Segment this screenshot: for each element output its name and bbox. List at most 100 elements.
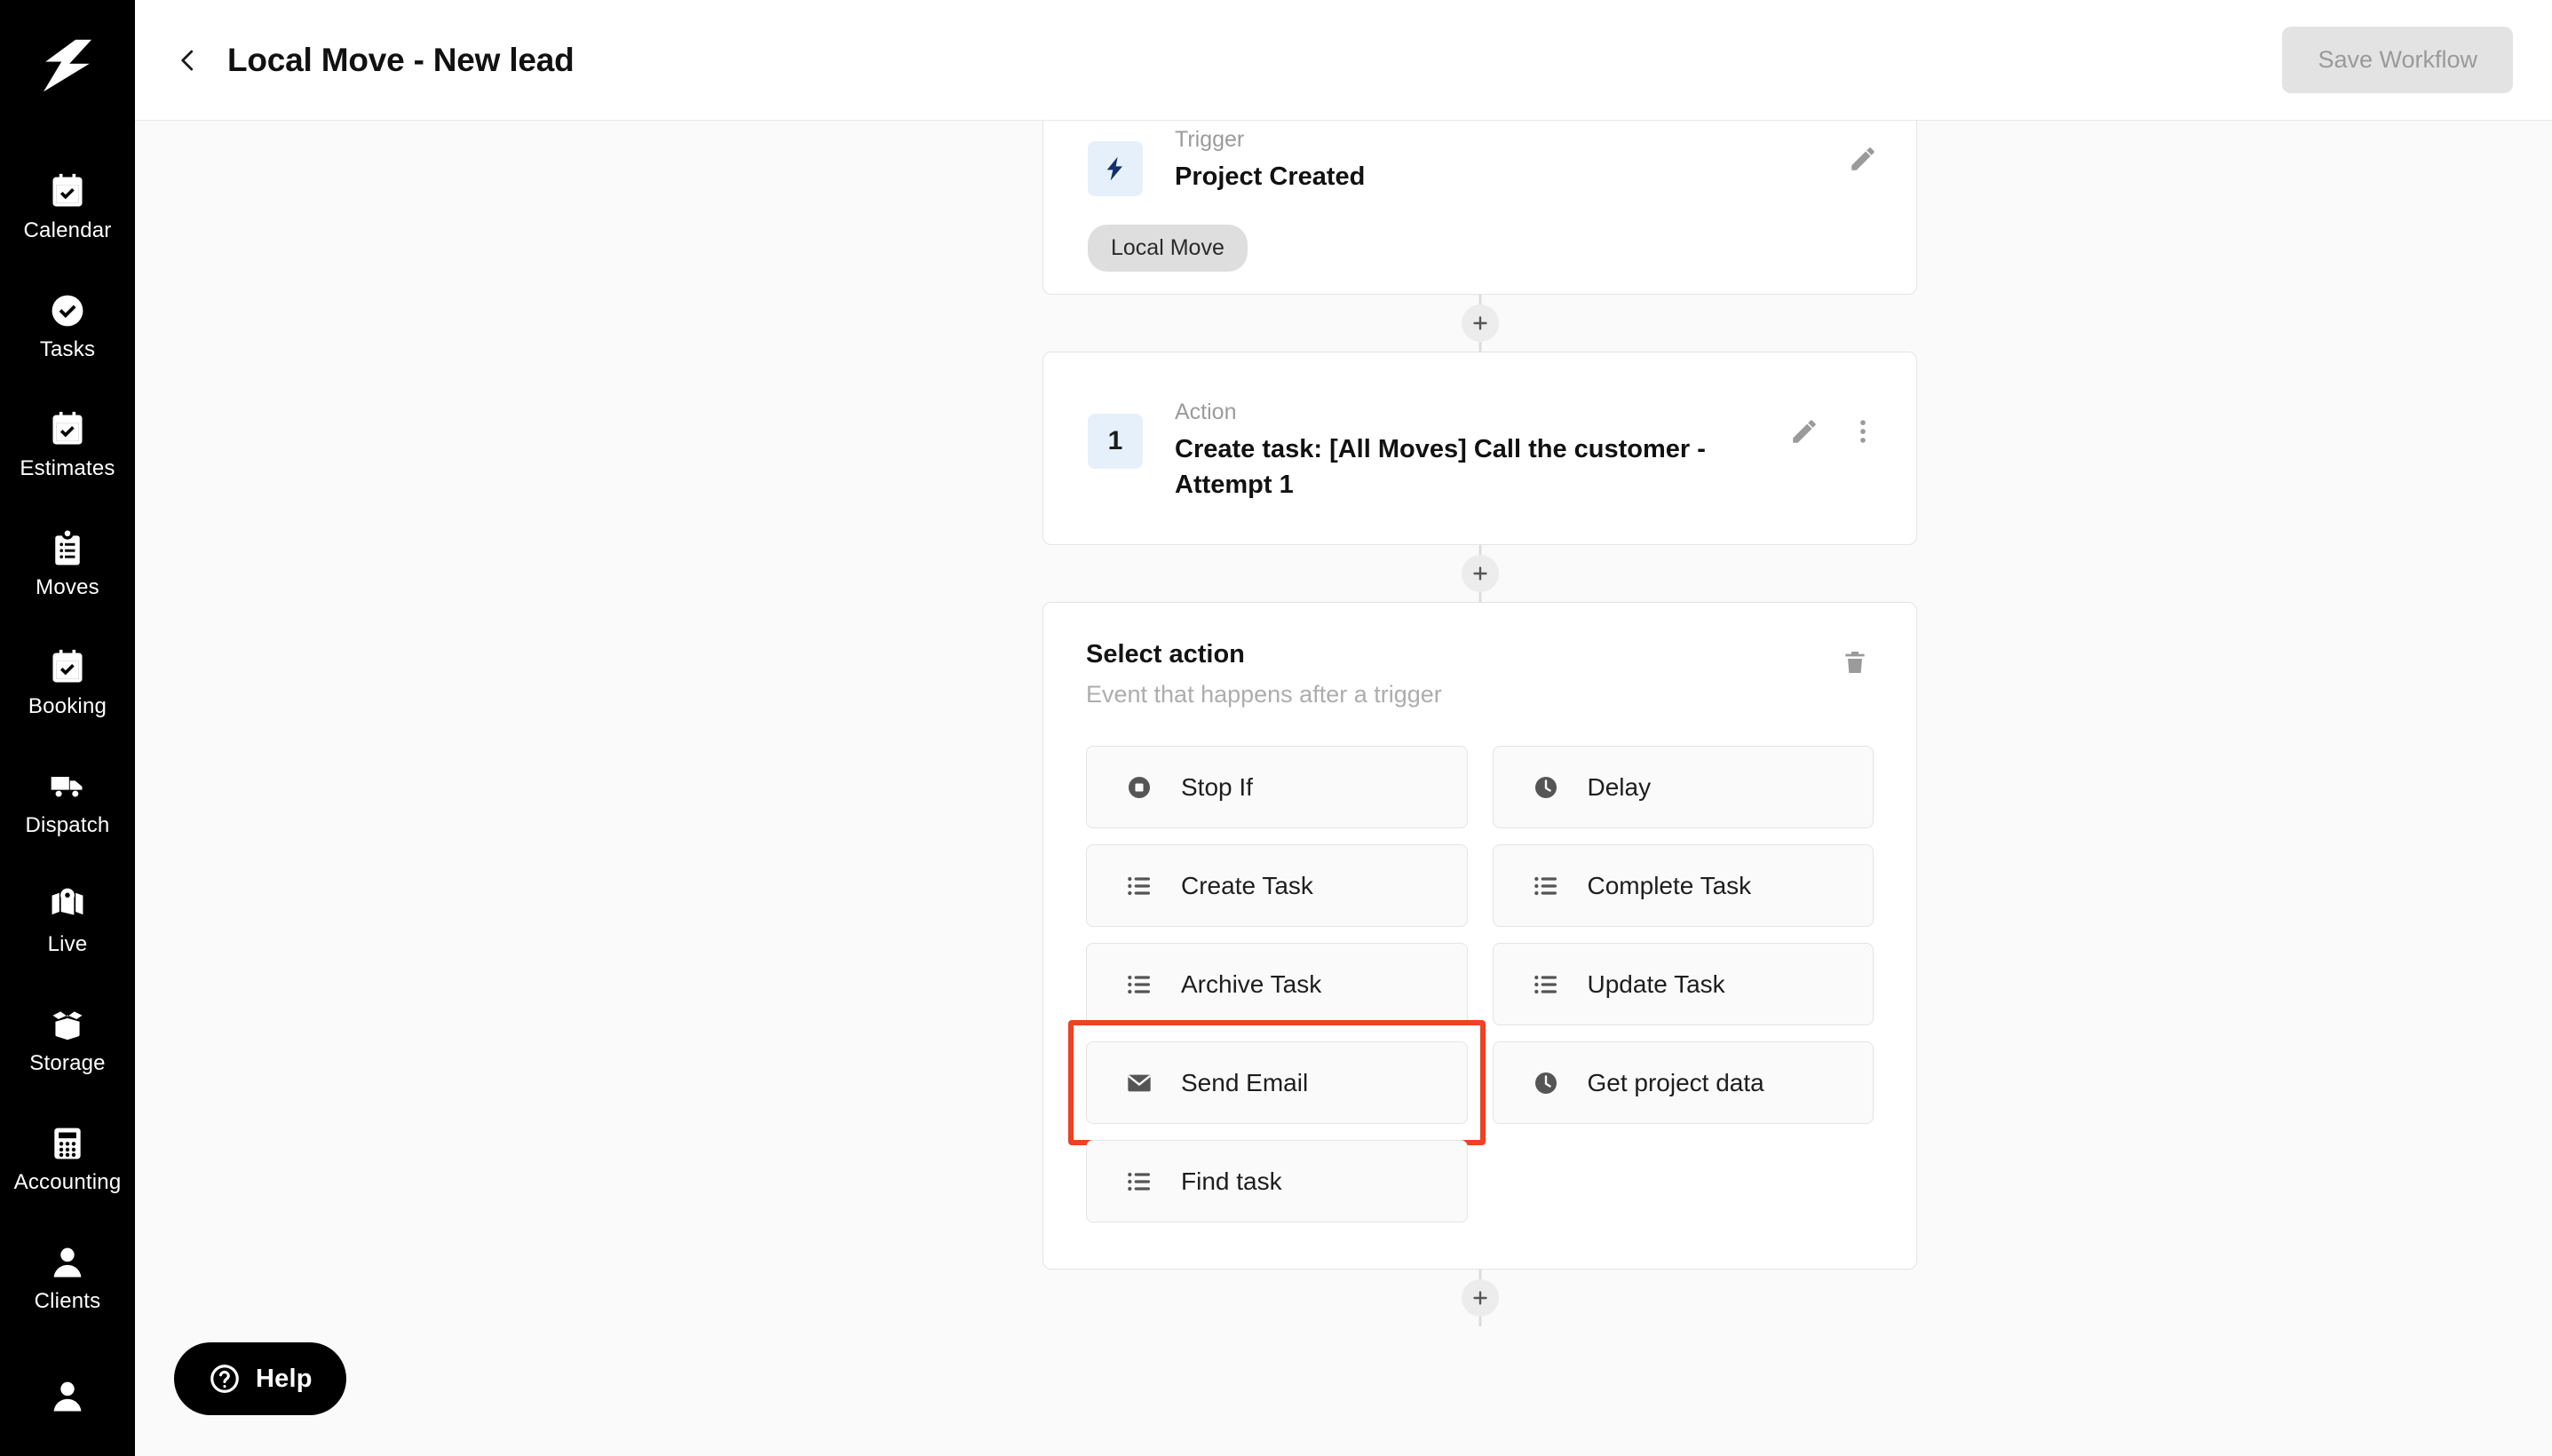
map-pin-icon <box>48 886 87 925</box>
action-option-label: Send Email <box>1181 1068 1309 1096</box>
trash-icon <box>1845 652 1865 673</box>
connector-trigger-action <box>1042 295 1917 352</box>
sidebar-item-overflow-10[interactable] <box>0 1337 135 1456</box>
sidebar-item-moves[interactable]: Moves <box>0 504 135 623</box>
action-option-label: Update Task <box>1587 969 1725 998</box>
list-icon <box>1531 871 1561 901</box>
sidebar-item-storage[interactable]: Storage <box>0 980 135 1099</box>
action-option-cell: Update Task <box>1492 943 1874 1025</box>
action-option-label: Stop If <box>1181 772 1253 801</box>
sidebar-item-booking[interactable]: Booking <box>0 623 135 742</box>
save-workflow-button[interactable]: Save Workflow <box>2282 27 2513 93</box>
stop-circle-icon <box>1124 772 1154 803</box>
action-option-label: Delay <box>1587 772 1652 801</box>
action-row: 1 Action Create task: [All Moves] Call t… <box>1043 394 1916 502</box>
action-text: Action Create task: [All Moves] Call the… <box>1175 394 1787 502</box>
sidebar-item-calendar[interactable]: Calendar <box>0 147 135 266</box>
sidebar-item-label: Accounting <box>13 1170 122 1194</box>
trigger-row: Trigger Project Created <box>1043 122 1916 196</box>
sidebar-item-label: Booking <box>28 694 107 718</box>
add-step-button[interactable] <box>1461 1279 1499 1317</box>
sidebar-item-label: Estimates <box>20 456 115 480</box>
action-option-label: Find task <box>1181 1167 1282 1195</box>
select-action-subtitle: Event that happens after a trigger <box>1086 681 1442 708</box>
action-option-cell: Get project data <box>1492 1041 1874 1124</box>
add-step-button[interactable] <box>1461 555 1499 592</box>
help-button[interactable]: Help <box>174 1342 346 1415</box>
sidebar-item-dispatch[interactable]: Dispatch <box>0 742 135 861</box>
app-root: Calendar Tasks Estimates Moves Booking Dispat… <box>0 0 2552 1456</box>
action-title: Create task: [All Moves] Call the custom… <box>1175 434 1706 499</box>
plus-icon <box>1472 1291 1487 1305</box>
sidebar-item-estimates[interactable]: Estimates <box>0 385 135 504</box>
main-area: Local Move - New lead Save Workflow Trig… <box>135 0 2552 1456</box>
sidebar-item-label: Calendar <box>23 218 112 242</box>
action-option-delay[interactable]: Delay <box>1492 746 1874 828</box>
question-circle-icon <box>210 1365 239 1393</box>
action-option-cell: Find task <box>1086 1140 1468 1223</box>
workflow-canvas: Trigger Project Created Local Move 1 Act… <box>135 121 2552 1456</box>
trigger-card[interactable]: Trigger Project Created Local Move <box>1042 121 1917 295</box>
top-bar: Local Move - New lead Save Workflow <box>135 0 2552 121</box>
connector-panel-bottom <box>1042 1270 1917 1326</box>
list-icon <box>1124 969 1154 1000</box>
action-card[interactable]: 1 Action Create task: [All Moves] Call t… <box>1042 352 1917 545</box>
sidebar-item-label: Moves <box>36 575 99 599</box>
trigger-chip[interactable]: Local Move <box>1088 225 1248 272</box>
envelope-icon <box>1124 1068 1154 1098</box>
action-option-send-email[interactable]: Send Email <box>1086 1041 1468 1124</box>
sidebar-item-clients[interactable]: Clients <box>0 1218 135 1337</box>
action-option-get-project-data[interactable]: Get project data <box>1492 1041 1874 1124</box>
action-option-label: Complete Task <box>1587 871 1752 899</box>
sidebar-item-label: Clients <box>34 1289 101 1313</box>
sidebar-item-tasks[interactable]: Tasks <box>0 266 135 385</box>
connector-action-panel <box>1042 545 1917 602</box>
action-option-complete-task[interactable]: Complete Task <box>1492 844 1874 927</box>
action-option-cell: Send Email <box>1068 1020 1485 1145</box>
person-icon <box>48 1377 87 1416</box>
action-option-stop-if[interactable]: Stop If <box>1086 746 1468 828</box>
clock-icon <box>1531 1068 1561 1098</box>
truck-icon <box>48 767 87 806</box>
action-option-cell: Delay <box>1492 746 1874 828</box>
action-step-number: 1 <box>1088 414 1143 470</box>
action-option-label: Get project data <box>1587 1068 1764 1096</box>
sidebar-item-accounting[interactable]: Accounting <box>0 1099 135 1218</box>
pencil-icon <box>1851 147 1874 170</box>
action-option-create-task[interactable]: Create Task <box>1086 844 1468 927</box>
action-option-cell: Complete Task <box>1492 844 1874 927</box>
more-vertical-icon <box>1860 420 1866 443</box>
help-label: Help <box>256 1364 313 1393</box>
calendar-check-icon <box>48 410 87 449</box>
trigger-edit-button[interactable] <box>1845 141 1881 177</box>
calculator-icon <box>48 1124 87 1163</box>
calendar-check-icon <box>48 648 87 687</box>
action-kicker: Action <box>1175 400 1237 425</box>
person-icon <box>48 1243 87 1282</box>
sidebar-item-label: Storage <box>29 1051 106 1075</box>
action-option-cell: Create Task <box>1086 844 1468 927</box>
action-step-number-label: 1 <box>1107 426 1123 456</box>
action-option-label: Create Task <box>1181 871 1313 899</box>
select-action-header-text: Select action Event that happens after a… <box>1086 640 1836 708</box>
action-edit-button[interactable] <box>1787 414 1822 449</box>
action-option-update-task[interactable]: Update Task <box>1492 943 1874 1025</box>
check-circle-icon <box>48 291 87 330</box>
action-option-cell: Stop If <box>1086 746 1468 828</box>
add-step-button[interactable] <box>1461 305 1499 342</box>
bolt-logo-icon[interactable] <box>36 34 99 98</box>
action-option-find-task[interactable]: Find task <box>1086 1140 1468 1223</box>
sidebar-item-live[interactable]: Live <box>0 861 135 980</box>
workflow-flow: Trigger Project Created Local Move 1 Act… <box>1042 121 1917 1326</box>
page-title: Local Move - New lead <box>227 41 575 78</box>
bolt-icon <box>1088 141 1143 196</box>
delete-step-button[interactable] <box>1836 644 1874 681</box>
action-option-archive-task[interactable]: Archive Task <box>1086 943 1468 1025</box>
back-button[interactable] <box>163 36 213 85</box>
trigger-text: Trigger Project Created <box>1175 122 1845 194</box>
plus-icon <box>1472 566 1487 581</box>
clock-icon <box>1531 772 1561 803</box>
action-more-button[interactable] <box>1845 414 1881 449</box>
action-option-cell: Archive Task <box>1086 943 1468 1025</box>
select-action-panel: Select action Event that happens after a… <box>1042 602 1917 1270</box>
